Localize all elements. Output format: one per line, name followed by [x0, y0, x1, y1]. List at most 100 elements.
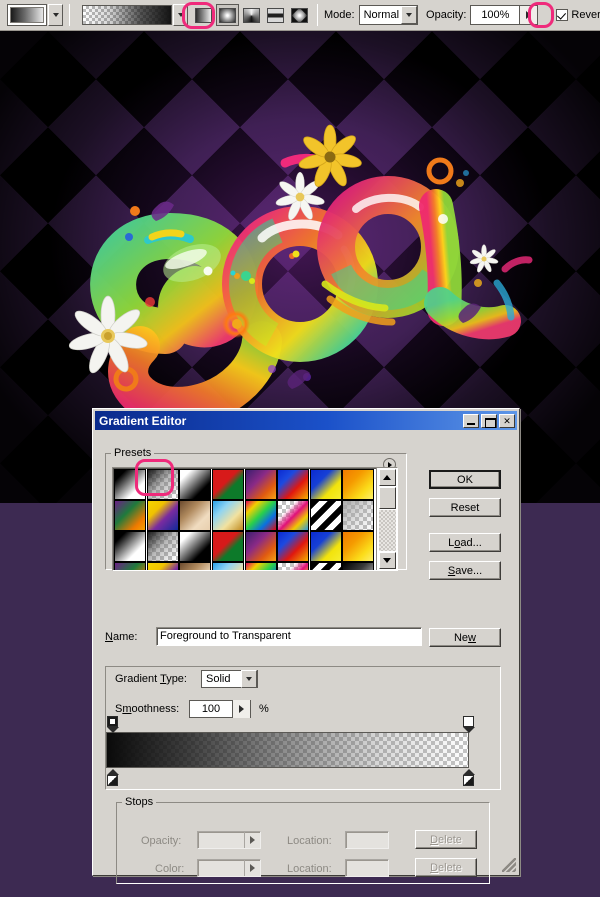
preset-swatch[interactable]	[146, 562, 179, 570]
preset-swatch[interactable]	[277, 500, 310, 531]
load-button[interactable]: Load...	[429, 533, 501, 552]
gradient-preview-swatch[interactable]	[82, 5, 172, 25]
opacity-label: Opacity:	[426, 9, 467, 21]
flower-yellow-top	[298, 124, 362, 187]
preset-swatch[interactable]	[179, 531, 212, 562]
angle-gradient-button[interactable]	[240, 4, 263, 26]
preset-swatch[interactable]	[244, 562, 277, 570]
maximize-icon[interactable]	[481, 413, 497, 428]
preset-swatch[interactable]	[179, 469, 212, 500]
smoothness-stepper-icon[interactable]	[232, 700, 250, 718]
preset-swatch[interactable]	[179, 562, 212, 570]
preset-swatch[interactable]	[309, 562, 342, 570]
preset-swatch[interactable]	[277, 469, 310, 500]
preset-swatch[interactable]	[342, 562, 375, 570]
diamond-gradient-icon	[291, 7, 308, 23]
reverse-checkbox-row[interactable]: Reverse	[556, 9, 600, 21]
presets-swatch-grid[interactable]	[113, 468, 376, 570]
radial-gradient-button[interactable]	[216, 4, 239, 26]
preset-swatch[interactable]	[114, 469, 146, 500]
opacity-input[interactable]: 100%	[470, 5, 539, 25]
smoothness-label: Smoothness:	[115, 703, 180, 715]
preset-swatch[interactable]	[309, 500, 342, 531]
color-stop-right[interactable]	[462, 769, 475, 786]
scrollbar-track[interactable]	[378, 510, 396, 551]
scroll-up-icon[interactable]	[378, 469, 396, 486]
close-icon[interactable]: ✕	[499, 413, 515, 428]
preset-swatch[interactable]	[114, 531, 146, 562]
diamond-gradient-button[interactable]	[288, 4, 311, 26]
stop-opacity-stepper-icon[interactable]	[244, 832, 260, 848]
delete-opacity-stop-button[interactable]: Delete	[415, 830, 477, 849]
gradient-editor-dialog[interactable]: Gradient Editor ✕ Presets OK Reset Load.…	[92, 408, 520, 884]
opacity-stepper-icon[interactable]	[519, 6, 538, 24]
preset-swatch[interactable]	[342, 531, 375, 562]
opacity-stop-left[interactable]	[106, 716, 119, 733]
save-button[interactable]: Save...	[429, 561, 501, 580]
preset-swatch[interactable]	[211, 531, 244, 562]
linear-gradient-button[interactable]	[192, 4, 215, 26]
preset-swatch[interactable]	[146, 531, 179, 562]
new-button-label: New	[453, 631, 476, 644]
opacity-stop-right-swatch	[463, 716, 474, 727]
new-button[interactable]: New	[429, 628, 501, 647]
scroll-down-icon[interactable]	[378, 552, 396, 569]
resize-grip[interactable]	[502, 858, 516, 872]
gradient-tool-options-bar: Mode: Normal Opacity: 100% Reverse	[0, 0, 600, 31]
delete-color-stop-button[interactable]: Delete	[415, 858, 477, 877]
chevron-down-icon-2[interactable]	[241, 670, 257, 688]
preset-swatch[interactable]	[342, 469, 375, 500]
preset-swatch[interactable]	[179, 500, 212, 531]
gradient-preset-dropdown-icon[interactable]	[173, 4, 188, 26]
minimize-icon[interactable]	[463, 413, 479, 428]
save-button-label: Save...	[447, 564, 483, 577]
stop-color-input[interactable]	[197, 859, 261, 877]
ok-button-label: OK	[457, 473, 473, 486]
preset-swatch[interactable]	[309, 531, 342, 562]
preset-swatch[interactable]	[114, 500, 146, 531]
blend-mode-select[interactable]: Normal	[358, 5, 419, 25]
gradient-name-input[interactable]: Foreground to Transparent	[156, 627, 422, 646]
preset-swatch[interactable]	[277, 531, 310, 562]
gradient-preview-bar[interactable]	[106, 732, 469, 768]
preset-swatch[interactable]	[309, 469, 342, 500]
reverse-checkbox[interactable]	[556, 9, 569, 21]
preset-swatch[interactable]	[277, 562, 310, 570]
preset-swatch[interactable]	[211, 562, 244, 570]
preset-swatch[interactable]	[146, 500, 179, 531]
reset-button[interactable]: Reset	[429, 498, 501, 517]
preset-swatch[interactable]	[244, 469, 277, 500]
chevron-down-icon[interactable]	[401, 6, 418, 24]
linear-gradient-icon	[195, 7, 212, 23]
gradient-type-button-group	[192, 4, 311, 26]
preset-swatch[interactable]	[211, 469, 244, 500]
smoothness-input[interactable]: 100	[189, 700, 251, 718]
color-stop-left[interactable]	[106, 769, 119, 786]
tool-preset-picker[interactable]	[7, 4, 63, 26]
mode-label: Mode:	[324, 9, 355, 21]
dialog-titlebar[interactable]: Gradient Editor ✕	[95, 411, 517, 430]
tool-preset-swatch-thumb	[10, 7, 44, 23]
preset-swatch[interactable]	[342, 500, 375, 531]
stop-opacity-input[interactable]	[197, 831, 261, 849]
stop-opacity-location-input[interactable]	[345, 831, 389, 849]
tool-preset-swatch[interactable]	[7, 4, 47, 26]
preset-swatch[interactable]	[211, 500, 244, 531]
preset-swatch[interactable]	[114, 562, 146, 570]
gradient-type-select[interactable]: Solid	[201, 670, 258, 688]
stop-color-picker-icon[interactable]	[244, 860, 260, 876]
preset-swatch[interactable]	[244, 531, 277, 562]
reflected-gradient-button[interactable]	[264, 4, 287, 26]
gradient-preset-picker[interactable]	[82, 4, 188, 26]
preset-swatch[interactable]	[146, 469, 179, 500]
preset-swatch[interactable]	[244, 500, 277, 531]
opacity-stop-right[interactable]	[462, 716, 475, 733]
presets-list[interactable]	[112, 467, 398, 571]
stop-color-location-input[interactable]	[345, 859, 389, 877]
presets-scrollbar[interactable]	[376, 468, 397, 570]
tool-preset-dropdown-icon[interactable]	[48, 4, 63, 26]
presets-legend: Presets	[114, 447, 152, 459]
opacity-stop-left-swatch	[107, 716, 118, 727]
ok-button[interactable]: OK	[429, 470, 501, 489]
scrollbar-thumb[interactable]	[378, 487, 396, 509]
